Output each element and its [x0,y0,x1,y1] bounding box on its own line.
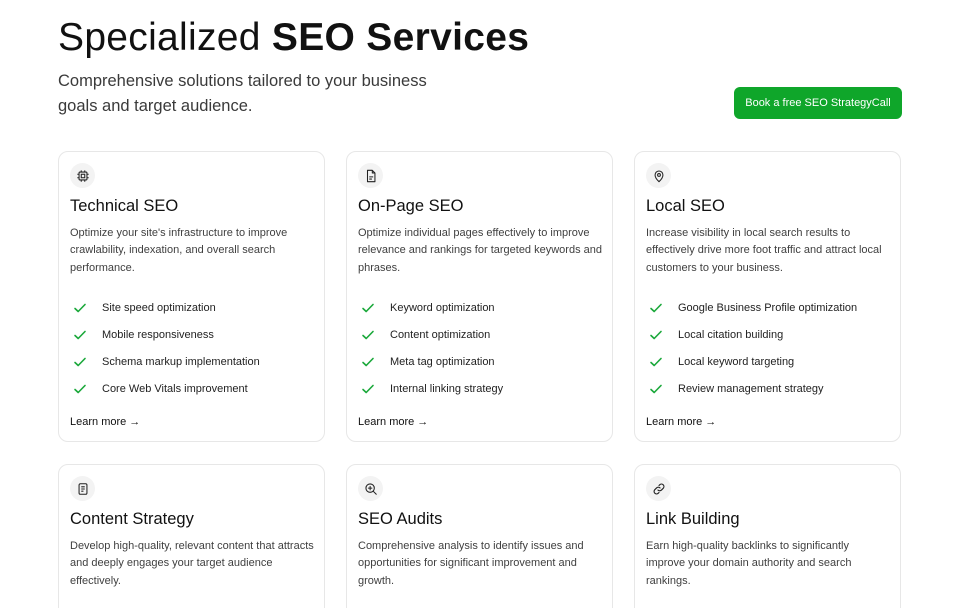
feature-item: Core Web Vitals improvement [70,375,260,402]
feature-item: Content optimization [358,322,503,349]
feature-list: Google Business Profile optimization Loc… [646,295,857,402]
check-icon [649,382,663,396]
card-description: Comprehensive analysis to identify issue… [358,540,584,587]
map-pin-icon [646,163,671,188]
feature-item: Meta tag optimization [358,349,503,376]
book-strategy-call-button[interactable]: Book a free SEO StrategyCall [734,87,902,119]
service-card-seo-audits: SEO Audits Comprehensive analysis to ide… [346,464,613,608]
card-description: Optimize your site's infrastructure to i… [70,227,288,274]
card-title: Content Strategy [70,510,194,528]
card-title: On-Page SEO [358,197,464,215]
feature-label: Review management strategy [678,382,824,395]
feature-label: Local citation building [678,329,784,342]
feature-item: Local keyword targeting [646,349,857,376]
learn-more-link[interactable]: Learn more → [646,416,716,428]
card-description: Increase visibility in local search resu… [646,227,882,274]
card-title: Local SEO [646,197,725,215]
notepad-icon [70,476,95,501]
title-bold: SEO Services [271,16,530,59]
feature-item: Schema markup implementation [70,349,260,376]
check-icon [361,355,375,369]
feature-list: Site speed optimization Mobile responsiv… [70,295,260,402]
page-title: Specialized SEO Services [58,16,529,60]
feature-item: Local citation building [646,322,857,349]
check-icon [361,328,375,342]
check-icon [73,355,87,369]
title-regular: Specialized [58,16,272,59]
cpu-icon [70,163,95,188]
feature-label: Mobile responsiveness [102,329,214,342]
feature-label: Core Web Vitals improvement [102,382,248,395]
feature-list: Keyword optimization Content optimizatio… [358,295,503,402]
feature-item: Keyword optimization [358,295,503,322]
service-card-technical-seo: Technical SEO Optimize your site's infra… [58,151,325,442]
feature-item: Review management strategy [646,375,857,402]
feature-item: Mobile responsiveness [70,322,260,349]
check-icon [73,328,87,342]
check-icon [73,382,87,396]
card-description: Optimize individual pages effectively to… [358,227,602,274]
page-subtitle: Comprehensive solutions tailored to your… [58,72,427,115]
link-icon [646,476,671,501]
check-icon [649,301,663,315]
check-icon [73,301,87,315]
zoom-in-icon [358,476,383,501]
feature-item: Site speed optimization [70,295,260,322]
feature-label: Meta tag optimization [390,355,495,368]
document-icon [358,163,383,188]
feature-label: Internal linking strategy [390,382,504,395]
check-icon [361,382,375,396]
card-description: Earn high-quality backlinks to significa… [646,540,852,587]
service-card-local-seo: Local SEO Increase visibility in local s… [634,151,901,442]
check-icon [649,355,663,369]
card-description: Develop high-quality, relevant content t… [70,540,314,587]
feature-label: Keyword optimization [390,302,495,315]
service-card-link-building: Link Building Earn high-quality backlink… [634,464,901,608]
card-title: Technical SEO [70,197,179,215]
card-title: SEO Audits [358,510,443,528]
check-icon [649,328,663,342]
feature-label: Google Business Profile optimization [678,302,858,315]
service-card-on-page-seo: On-Page SEO Optimize individual pages ef… [346,151,613,442]
service-card-content-strategy: Content Strategy Develop high-quality, r… [58,464,325,608]
learn-more-link[interactable]: Learn more → [358,416,428,428]
check-icon [361,301,375,315]
feature-item: Internal linking strategy [358,375,503,402]
feature-label: Schema markup implementation [102,355,260,368]
feature-label: Local keyword targeting [678,355,795,368]
feature-item: Google Business Profile optimization [646,295,857,322]
card-title: Link Building [646,510,740,528]
learn-more-link[interactable]: Learn more → [70,416,140,428]
feature-label: Content optimization [390,329,491,342]
feature-label: Site speed optimization [102,302,216,315]
